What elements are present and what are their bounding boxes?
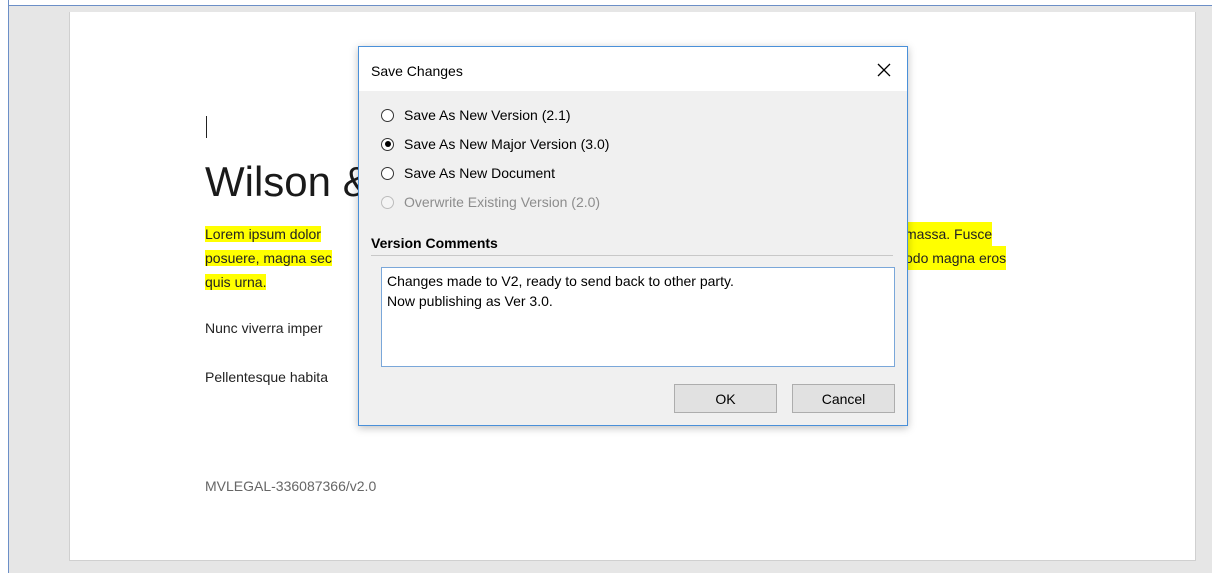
radio-button bbox=[381, 195, 394, 209]
option-label: Save As New Document bbox=[404, 165, 555, 181]
option-new-version[interactable]: Save As New Version (2.1) bbox=[381, 105, 571, 125]
option-new-document[interactable]: Save As New Document bbox=[381, 163, 555, 183]
close-icon bbox=[877, 63, 891, 77]
save-changes-dialog: Save Changes Save As New Version (2.1) S… bbox=[358, 46, 908, 426]
version-comments-input[interactable]: Changes made to V2, ready to send back t… bbox=[381, 267, 895, 367]
option-label: Save As New Version (2.1) bbox=[404, 107, 571, 123]
dialog-titlebar[interactable]: Save Changes bbox=[359, 47, 907, 91]
paragraph-text: Lorem ipsum dolor bbox=[205, 226, 321, 242]
cancel-button[interactable]: Cancel bbox=[792, 384, 895, 413]
version-comments-heading: Version Comments bbox=[371, 235, 498, 251]
option-label: Overwrite Existing Version (2.0) bbox=[404, 194, 601, 210]
section-divider bbox=[371, 255, 893, 256]
paragraph-text: massa. Fusce bbox=[905, 222, 993, 246]
radio-button[interactable] bbox=[381, 166, 394, 180]
radio-button[interactable] bbox=[381, 108, 394, 122]
document-footer-id: MVLEGAL-336087366/v2.0 bbox=[205, 478, 377, 494]
dialog-title: Save Changes bbox=[371, 63, 463, 79]
paragraph-text: quis urna. bbox=[205, 274, 267, 290]
radio-button[interactable] bbox=[381, 137, 394, 151]
document-title: Wilson & bbox=[205, 158, 371, 205]
ok-button[interactable]: OK bbox=[674, 384, 777, 413]
text-caret bbox=[206, 116, 207, 138]
paragraph-text: posuere, magna sec bbox=[205, 250, 332, 266]
paragraph-text: odo magna eros bbox=[905, 246, 1007, 270]
close-button[interactable] bbox=[867, 55, 901, 85]
option-overwrite-version: Overwrite Existing Version (2.0) bbox=[381, 192, 600, 212]
option-label: Save As New Major Version (3.0) bbox=[404, 136, 610, 152]
option-new-major-version[interactable]: Save As New Major Version (3.0) bbox=[381, 134, 609, 154]
